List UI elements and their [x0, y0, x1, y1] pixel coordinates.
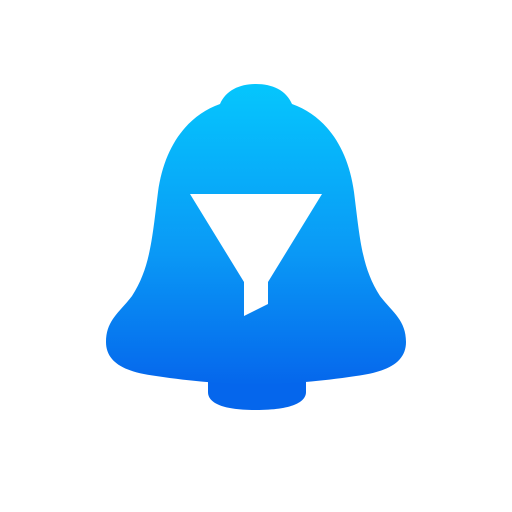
bell-clapper-icon — [208, 382, 306, 410]
bell-filter-icon — [106, 84, 406, 410]
app-icon-canvas — [0, 0, 512, 512]
